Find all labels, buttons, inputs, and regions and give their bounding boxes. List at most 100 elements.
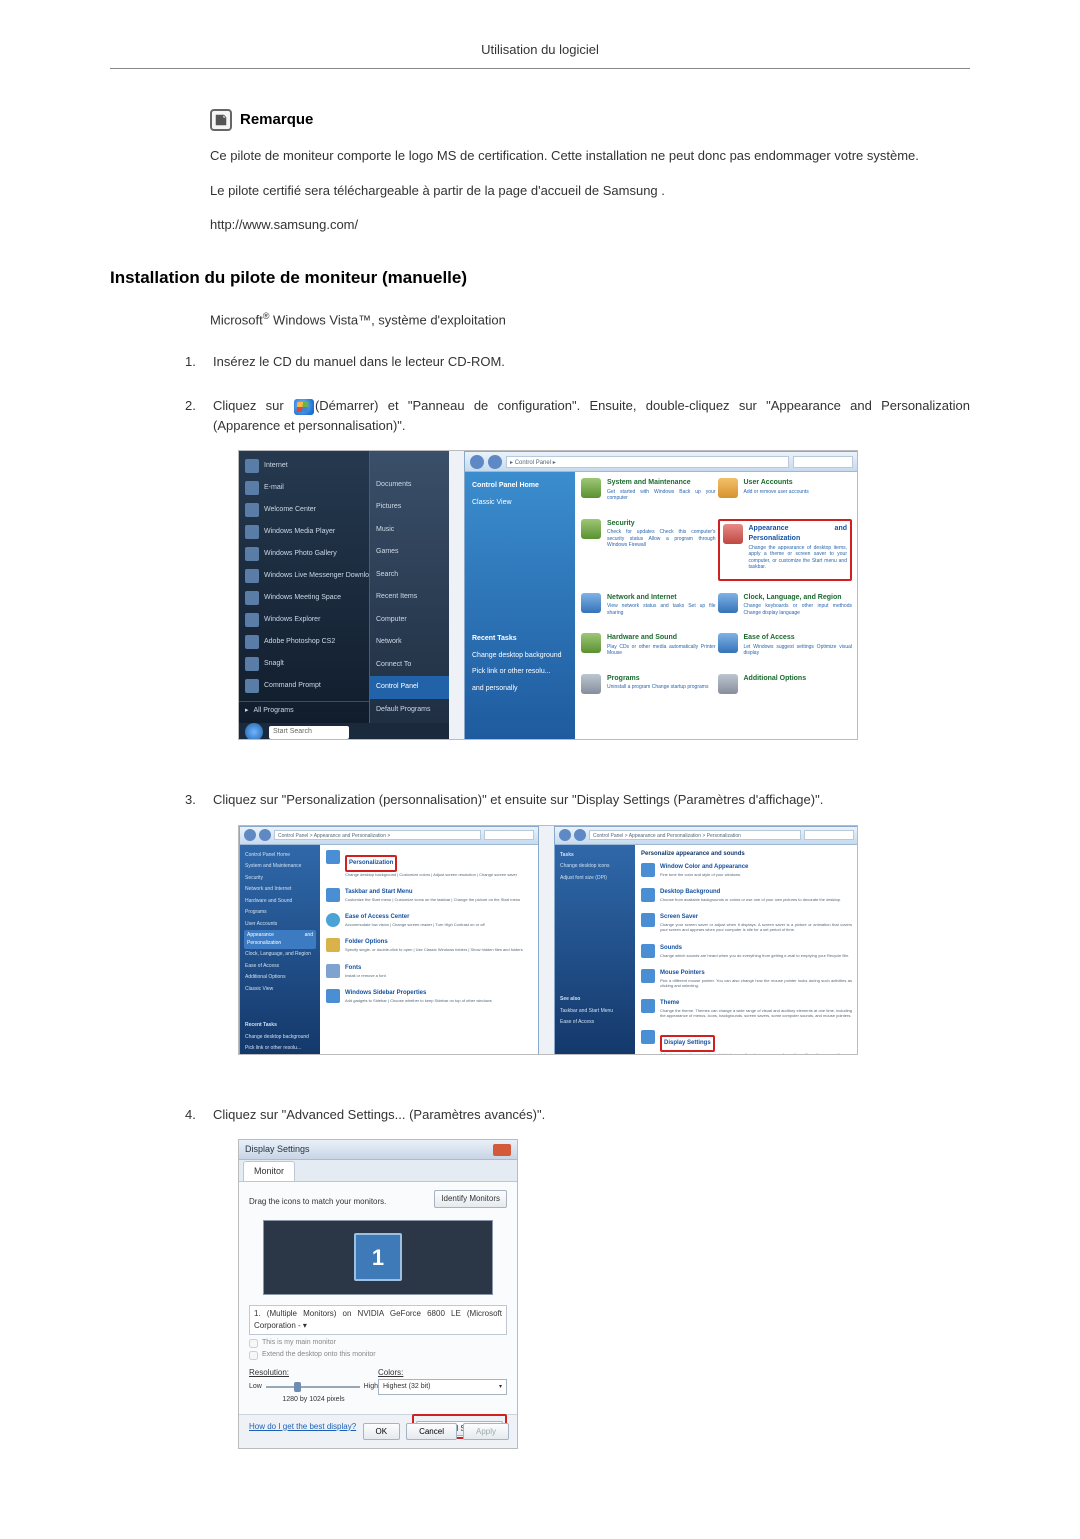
sidebar-link[interactable]: Control Panel Home (244, 850, 316, 862)
list-item[interactable]: Recent Items (370, 586, 449, 609)
step-1: 1. Insérez le CD du manuel dans le lecte… (185, 352, 970, 372)
category-icon (718, 674, 738, 694)
list-item[interactable]: SoundsChange which sounds are heard when… (641, 944, 852, 963)
help-link[interactable]: How do I get the best display? (249, 1421, 356, 1433)
section-icon (641, 969, 655, 983)
sidebar-link[interactable]: Pick link or other resolu... (470, 664, 570, 681)
list-item[interactable]: Network (370, 631, 449, 654)
address-bar[interactable]: Control Panel > Appearance and Personali… (589, 830, 801, 840)
list-item[interactable]: Desktop BackgroundChoose from available … (641, 888, 852, 907)
section-title: Sounds (660, 944, 849, 953)
address-bar[interactable]: ▸ Control Panel ▸ (506, 456, 789, 468)
back-icon[interactable] (470, 455, 484, 469)
start-button-icon[interactable] (245, 723, 263, 740)
remark-url[interactable]: http://www.samsung.com/ (210, 215, 970, 235)
cp-category[interactable]: User AccountsAdd or remove user accounts (718, 478, 853, 507)
slider-thumb[interactable] (294, 1382, 301, 1392)
cp-category[interactable]: Clock, Language, and RegionChange keyboa… (718, 593, 853, 622)
list-item[interactable]: Games (370, 541, 449, 564)
list-item[interactable]: Mouse PointersPick a different mouse poi… (641, 969, 852, 993)
sidebar-link[interactable]: Security (244, 873, 316, 885)
tab-monitor[interactable]: Monitor (243, 1161, 295, 1182)
cp-category[interactable]: Ease of AccessLet Windows suggest settin… (718, 633, 853, 662)
sidebar-link[interactable]: User Accounts (244, 919, 316, 931)
section-desc: Accommodate low vision | Change screen r… (345, 922, 485, 927)
slider-track[interactable] (266, 1386, 360, 1388)
sidebar-link[interactable]: Ease of Access (559, 1017, 631, 1029)
sidebar-item-control-panel[interactable]: Control Panel (370, 676, 449, 699)
category-icon (581, 519, 601, 539)
search-input[interactable]: Start Search (269, 726, 349, 739)
list-item[interactable]: Search (370, 564, 449, 587)
monitor-selector[interactable]: 1. (Multiple Monitors) on NVIDIA GeForce… (249, 1305, 507, 1335)
cancel-button[interactable]: Cancel (406, 1423, 457, 1440)
category-title: Security (607, 519, 716, 530)
sidebar-link[interactable]: Ease of Access (244, 961, 316, 973)
sidebar-link[interactable]: Classic View (470, 495, 570, 512)
sidebar-link[interactable]: Change desktop icons (559, 861, 631, 873)
search-input[interactable] (484, 830, 534, 840)
section-desc: Change your screen saver or adjust when … (660, 922, 852, 932)
list-item[interactable]: Pictures (370, 496, 449, 519)
forward-icon[interactable] (259, 829, 271, 841)
sidebar-link[interactable]: and personally (470, 681, 570, 698)
section-display-settings[interactable]: Display SettingsAdjust your monitor reso… (641, 1030, 852, 1055)
list-item[interactable]: Ease of Access CenterAccommodate low vis… (326, 913, 532, 932)
cp-category-appearance[interactable]: Appearance and PersonalizationChange the… (718, 519, 853, 581)
sidebar-link[interactable]: Additional Options (244, 972, 316, 984)
back-icon[interactable] (244, 829, 256, 841)
search-input[interactable] (804, 830, 854, 840)
sidebar-link[interactable]: Taskbar and Start Menu (559, 1006, 631, 1018)
forward-icon[interactable] (488, 455, 502, 469)
list-item[interactable]: Documents (370, 474, 449, 497)
sidebar-item-appearance[interactable]: Appearance and Personalization (244, 930, 316, 949)
monitor-1-icon[interactable]: 1 (354, 1233, 402, 1281)
list-item[interactable] (370, 451, 449, 474)
back-icon[interactable] (559, 829, 571, 841)
resolution-slider[interactable]: Low High (249, 1382, 378, 1393)
colors-group: Colors: Highest (32 bit) ▾ (378, 1367, 507, 1406)
sidebar-link[interactable]: Programs (244, 907, 316, 919)
list-item[interactable]: Screen SaverChange your screen saver or … (641, 913, 852, 937)
list-item[interactable]: Windows Sidebar PropertiesAdd gadgets to… (326, 989, 532, 1008)
sidebar-link[interactable]: Pick link or other resolu... (244, 1043, 316, 1055)
cp-category[interactable]: ProgramsUninstall a program Change start… (581, 674, 716, 696)
sidebar-link[interactable]: Adjust font size (DPI) (559, 873, 631, 885)
cp-category[interactable]: SecurityCheck for updates Check this com… (581, 519, 716, 581)
sidebar-link[interactable]: System and Maintenance (244, 861, 316, 873)
list-item[interactable]: Connect To (370, 654, 449, 677)
search-input[interactable] (793, 456, 853, 468)
forward-icon[interactable] (574, 829, 586, 841)
list-item[interactable]: ThemeChange the theme. Themes can change… (641, 999, 852, 1023)
sidebar-link[interactable]: Control Panel Home (470, 478, 570, 495)
sidebar-link[interactable]: Hardware and Sound (244, 896, 316, 908)
cp-category[interactable]: Network and InternetView network status … (581, 593, 716, 622)
list-item[interactable]: Taskbar and Start MenuCustomize the Star… (326, 888, 532, 907)
list-item[interactable]: Folder OptionsSpecify single- or double-… (326, 938, 532, 957)
cp-category[interactable]: System and MaintenanceGet started with W… (581, 478, 716, 507)
sidebar-link[interactable]: Change desktop background (470, 648, 570, 665)
section-personalization[interactable]: PersonalizationChange desktop background… (326, 850, 532, 882)
cp-category[interactable]: Additional Options (718, 674, 853, 696)
ok-button[interactable]: OK (363, 1423, 401, 1440)
close-icon[interactable] (493, 1144, 511, 1156)
sidebar-link[interactable]: Classic View (244, 984, 316, 996)
sidebar-link[interactable]: Network and Internet (244, 884, 316, 896)
list-item[interactable]: Window Color and AppearanceFine tune the… (641, 863, 852, 882)
address-bar[interactable]: Control Panel > Appearance and Personali… (274, 830, 481, 840)
control-panel-sidebar: Control Panel Home Classic View Recent T… (465, 472, 575, 740)
note-icon (210, 109, 232, 131)
cp-category[interactable]: Hardware and SoundPlay CDs or other medi… (581, 633, 716, 662)
list-item[interactable]: Computer (370, 609, 449, 632)
list-item[interactable]: FontsInstall or remove a font (326, 964, 532, 983)
sidebar-heading: Tasks (559, 850, 631, 862)
sidebar-link[interactable]: Clock, Language, and Region (244, 949, 316, 961)
sidebar-link[interactable]: Change desktop background (244, 1032, 316, 1044)
list-item[interactable]: Music (370, 519, 449, 542)
colors-select[interactable]: Highest (32 bit) ▾ (378, 1379, 507, 1396)
identify-monitors-button[interactable]: Identify Monitors (434, 1190, 507, 1208)
intro-mid: Windows Vista (269, 312, 358, 327)
list-item[interactable]: Default Programs (370, 699, 449, 722)
monitor-preview[interactable]: 1 (263, 1220, 493, 1295)
section-icon (326, 850, 340, 864)
